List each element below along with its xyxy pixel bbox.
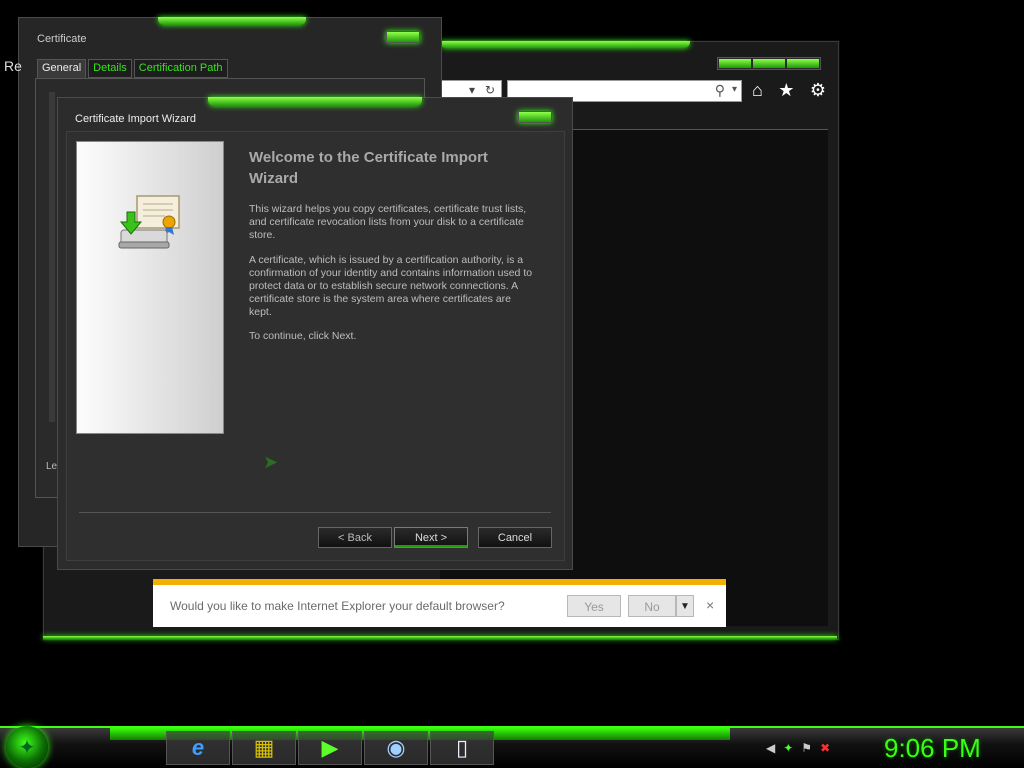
start-button[interactable]: ✦: [6, 726, 48, 768]
certificate-close-button[interactable]: [386, 31, 420, 43]
tab-general[interactable]: General: [37, 59, 87, 78]
ie-bottom-glow: [43, 636, 837, 639]
yes-button[interactable]: Yes: [567, 595, 621, 617]
wizard-paragraph-3: To continue, click Next.: [249, 330, 357, 342]
certificate-import-icon: [118, 195, 180, 249]
wizard-close-button[interactable]: [518, 111, 552, 123]
wizard-side-panel: [76, 141, 224, 434]
certificate-partial-text: Le: [46, 461, 58, 472]
chevron-down-icon[interactable]: ▾: [469, 83, 475, 97]
back-button[interactable]: < Back: [318, 527, 392, 548]
taskbar-media-player-icon[interactable]: ▶: [298, 731, 362, 765]
flag-icon[interactable]: ⚑: [801, 741, 812, 755]
taskbar-disc-icon[interactable]: ◉: [364, 731, 428, 765]
certificate-inner-frame: [49, 92, 55, 422]
no-button[interactable]: No: [628, 595, 676, 617]
tab-details[interactable]: Details: [88, 59, 132, 78]
taskbar-ie-icon[interactable]: e: [166, 731, 230, 765]
refresh-icon[interactable]: ↻: [485, 83, 495, 97]
background-edge-text: Re: [4, 58, 22, 74]
wizard-paragraph-2: A certificate, which is issued by a cert…: [249, 254, 533, 318]
certificate-title: Certificate: [37, 33, 87, 45]
home-icon[interactable]: ⌂: [752, 80, 763, 102]
wizard-paragraph-1: This wizard helps you copy certificates,…: [249, 203, 527, 241]
no-dropdown-arrow-icon[interactable]: ▼: [676, 595, 694, 617]
cancel-button[interactable]: Cancel: [478, 527, 552, 548]
ie-caption-buttons[interactable]: [717, 57, 821, 70]
back-arrow-icon[interactable]: ◀: [766, 741, 775, 755]
network-icon[interactable]: ✦: [783, 741, 793, 755]
speaker-muted-icon[interactable]: ✖: [820, 741, 830, 755]
system-tray: ◀ ✦ ⚑ ✖: [766, 738, 866, 758]
ie-top-glow: [440, 41, 690, 48]
ie-toolbar-icons: ⌂ ★ ⚙: [752, 80, 826, 102]
wizard-button-divider: [79, 512, 551, 513]
gear-icon[interactable]: ⚙: [810, 80, 826, 102]
certificate-top-glow: [158, 17, 306, 25]
mouse-cursor-icon: ➤: [263, 452, 279, 472]
taskbar-cube-icon[interactable]: ▦: [232, 731, 296, 765]
close-icon[interactable]: ×: [706, 597, 714, 613]
search-icon[interactable]: ⚲: [715, 82, 725, 99]
next-button[interactable]: Next >: [394, 527, 468, 548]
notification-text: Would you like to make Internet Explorer…: [170, 599, 505, 613]
wizard-top-glow: [208, 97, 422, 106]
taskbar-clock[interactable]: 9:06 PM: [884, 733, 981, 764]
certificate-tabs: General Details Certification Path: [37, 59, 228, 78]
wizard-heading: Welcome to the Certificate Import Wizard: [249, 149, 488, 187]
chevron-down-icon[interactable]: ▾: [732, 84, 737, 95]
tab-certification-path[interactable]: Certification Path: [133, 59, 228, 78]
taskbar-document-icon[interactable]: ▯: [430, 731, 494, 765]
wizard-title: Certificate Import Wizard: [75, 113, 197, 125]
star-icon[interactable]: ★: [778, 80, 794, 102]
default-browser-notification: Would you like to make Internet Explorer…: [153, 579, 726, 627]
